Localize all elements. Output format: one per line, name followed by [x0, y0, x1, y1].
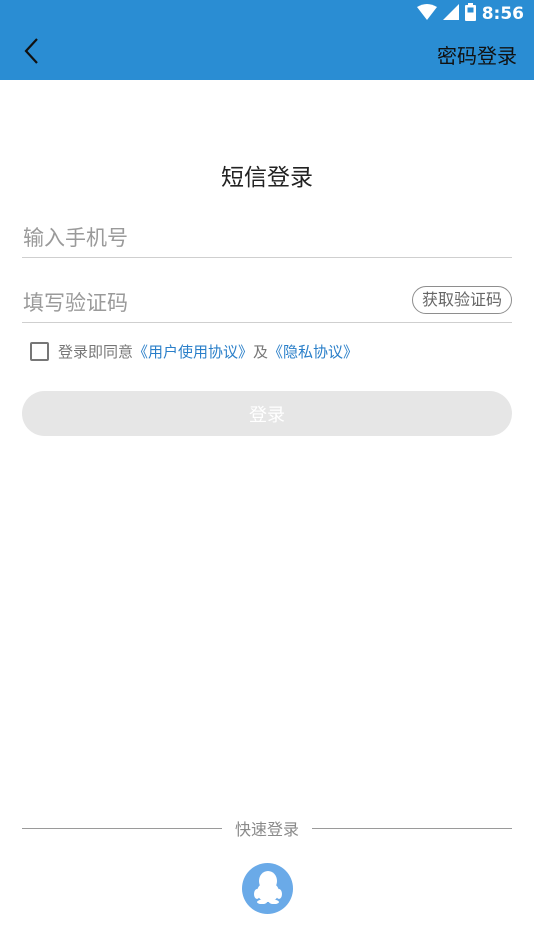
quick-login-label: 快速登录	[235, 820, 300, 839]
wifi-icon	[416, 4, 437, 24]
get-code-button[interactable]: 获取验证码	[411, 286, 512, 314]
agreement-conjunction: 及	[253, 342, 269, 361]
divider-line-left	[22, 827, 222, 829]
qq-login-button[interactable]	[242, 863, 293, 914]
phone-field	[22, 218, 512, 258]
phone-input[interactable]	[22, 218, 512, 257]
code-input[interactable]	[22, 283, 392, 322]
password-login-link[interactable]: 密码登录	[437, 40, 517, 69]
privacy-policy-link[interactable]: 《隐私协议》	[268, 341, 358, 362]
back-button[interactable]	[14, 36, 48, 70]
qq-penguin-icon	[253, 870, 283, 908]
battery-icon	[464, 3, 476, 25]
agreement-prefix: 登录即同意	[58, 342, 134, 361]
agreement-checkbox[interactable]	[30, 341, 49, 361]
cell-signal-icon	[442, 4, 459, 24]
quick-login-divider: 快速登录	[22, 816, 513, 840]
top-bar: 8:56 密码登录	[0, 0, 534, 80]
back-arrow-icon	[23, 37, 39, 69]
login-button[interactable]: 登录	[22, 391, 512, 436]
status-time: 8:56	[481, 4, 524, 24]
agreement-row: 登录即同意 《用户使用协议》 及 《隐私协议》	[30, 340, 358, 362]
user-agreement-link[interactable]: 《用户使用协议》	[133, 341, 253, 362]
code-field: 获取验证码	[22, 283, 512, 323]
divider-line-right	[312, 827, 513, 829]
status-bar: 8:56	[416, 2, 524, 26]
page-title: 短信登录	[221, 165, 313, 191]
